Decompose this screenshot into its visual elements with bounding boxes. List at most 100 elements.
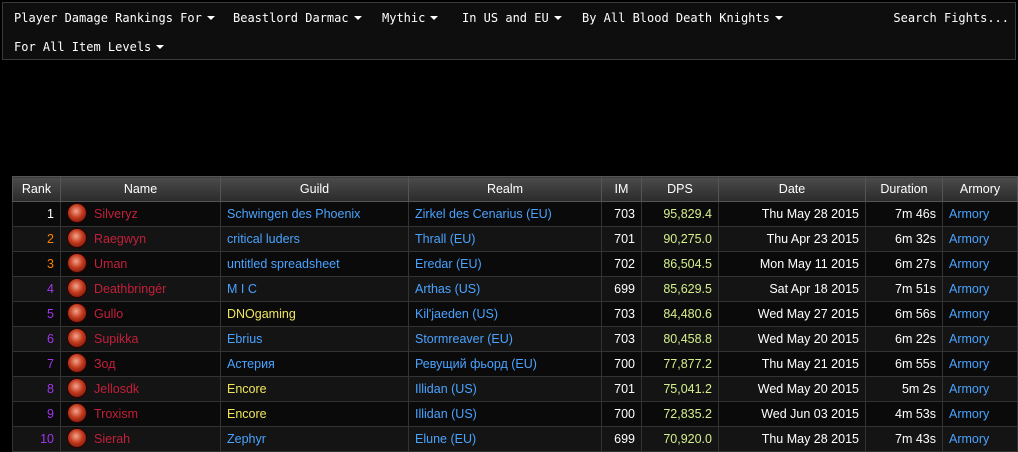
table-row: 1 Silveryz Schwingen des Phoenix Zirkel des… — [12, 201, 1018, 227]
region-dropdown[interactable]: In US and EU — [462, 11, 562, 25]
duration-cell: 6m 27s — [865, 251, 943, 277]
rank-cell: 7 — [12, 351, 61, 377]
dps-cell: 75,041.2 — [641, 376, 719, 402]
table-row: 3 Uman untitled spreadsheet Eredar (EU) 702 8… — [12, 251, 1018, 277]
armory-link[interactable]: Armory — [942, 351, 1018, 377]
header-dps[interactable]: DPS — [641, 176, 719, 202]
rankings-body: 1 Silveryz Schwingen des Phoenix Zirkel des… — [12, 201, 1018, 452]
realm-link[interactable]: Kil'jaeden (US) — [408, 301, 602, 327]
dps-cell: 70,920.0 — [641, 426, 719, 452]
player-name-cell[interactable]: Raegwyn — [60, 226, 221, 252]
guild-link[interactable]: Encore — [220, 376, 409, 402]
header-name[interactable]: Name — [60, 176, 221, 202]
date-cell: Sat Apr 18 2015 — [718, 276, 866, 302]
player-name-link[interactable]: Sierah — [94, 432, 130, 446]
realm-link[interactable]: Thrall (EU) — [408, 226, 602, 252]
dps-cell: 85,629.5 — [641, 276, 719, 302]
realm-link[interactable]: Illidan (US) — [408, 401, 602, 427]
guild-link[interactable]: critical luders — [220, 226, 409, 252]
armory-link[interactable]: Armory — [942, 201, 1018, 227]
guild-link[interactable]: Астерия — [220, 351, 409, 377]
player-name-link[interactable]: Troxism — [94, 407, 138, 421]
rankings-table: Rank Name Guild Realm IM DPS Date Durati… — [12, 176, 1018, 452]
item-level-cell: 701 — [601, 226, 642, 252]
player-name-link[interactable]: Jellosdk — [94, 382, 139, 396]
guild-link[interactable]: Encore — [220, 401, 409, 427]
header-guild[interactable]: Guild — [220, 176, 409, 202]
table-row: 2 Raegwyn critical luders Thrall (EU) 701 90,… — [12, 226, 1018, 252]
player-name-link[interactable]: Silveryz — [94, 207, 138, 221]
boss-dropdown[interactable]: Beastlord Darmac — [233, 11, 362, 25]
difficulty-dropdown[interactable]: Mythic — [382, 11, 439, 25]
search-fights-input[interactable]: Search Fights... — [893, 11, 1009, 25]
guild-link[interactable]: Schwingen des Phoenix — [220, 201, 409, 227]
header-duration[interactable]: Duration — [865, 176, 943, 202]
rank-cell: 4 — [12, 276, 61, 302]
blood-spec-icon — [67, 428, 87, 448]
realm-link[interactable]: Ревущий фьорд (EU) — [408, 351, 602, 377]
chevron-down-icon — [353, 16, 362, 20]
armory-link[interactable]: Armory — [942, 276, 1018, 302]
region-label: In US and EU — [462, 11, 549, 25]
player-name-cell[interactable]: Deathbringér — [60, 276, 221, 302]
armory-link[interactable]: Armory — [942, 426, 1018, 452]
realm-link[interactable]: Elune (EU) — [408, 426, 602, 452]
armory-link[interactable]: Armory — [942, 226, 1018, 252]
player-name-link[interactable]: Raegwyn — [94, 232, 146, 246]
header-armory[interactable]: Armory — [942, 176, 1018, 202]
dps-cell: 95,829.4 — [641, 201, 719, 227]
blood-spec-icon — [67, 228, 87, 248]
player-name-cell[interactable]: Jellosdk — [60, 376, 221, 402]
player-name-cell[interactable]: Troxism — [60, 401, 221, 427]
guild-link[interactable]: Zephyr — [220, 426, 409, 452]
header-im[interactable]: IM — [601, 176, 642, 202]
item-level-cell: 703 — [601, 301, 642, 327]
player-name-link[interactable]: Deathbringér — [94, 282, 166, 296]
header-realm[interactable]: Realm — [408, 176, 602, 202]
rank-cell: 5 — [12, 301, 61, 327]
player-name-cell[interactable]: Silveryz — [60, 201, 221, 227]
item-level-label: For All Item Levels — [14, 40, 152, 54]
chevron-down-icon — [430, 16, 439, 20]
armory-link[interactable]: Armory — [942, 301, 1018, 327]
armory-link[interactable]: Armory — [942, 326, 1018, 352]
player-name-link[interactable]: Supikka — [94, 332, 138, 346]
realm-link[interactable]: Eredar (EU) — [408, 251, 602, 277]
guild-link[interactable]: DNOgaming — [220, 301, 409, 327]
realm-link[interactable]: Stormreaver (EU) — [408, 326, 602, 352]
player-name-cell[interactable]: Gullo — [60, 301, 221, 327]
table-row: 9 Troxism Encore Illidan (US) 700 72,835.2 Wed… — [12, 401, 1018, 427]
header-date[interactable]: Date — [718, 176, 866, 202]
player-name-cell[interactable]: Зод — [60, 351, 221, 377]
player-name-cell[interactable]: Sierah — [60, 426, 221, 452]
guild-link[interactable]: M I C — [220, 276, 409, 302]
player-name-cell[interactable]: Supikka — [60, 326, 221, 352]
armory-link[interactable]: Armory — [942, 401, 1018, 427]
header-rank[interactable]: Rank — [12, 176, 61, 202]
player-name-link[interactable]: Зод — [94, 357, 116, 371]
item-level-cell: 703 — [601, 326, 642, 352]
player-name-link[interactable]: Uman — [94, 257, 127, 271]
realm-link[interactable]: Zirkel des Cenarius (EU) — [408, 201, 602, 227]
duration-cell: 4m 53s — [865, 401, 943, 427]
item-level-cell: 702 — [601, 251, 642, 277]
blood-spec-icon — [67, 203, 87, 223]
player-name-cell[interactable]: Uman — [60, 251, 221, 277]
filter-bar: Player Damage Rankings For Beastlord Dar… — [2, 2, 1016, 60]
chevron-down-icon — [774, 16, 783, 20]
realm-link[interactable]: Arthas (US) — [408, 276, 602, 302]
rank-cell: 2 — [12, 226, 61, 252]
rankings-type-dropdown[interactable]: Player Damage Rankings For — [14, 11, 215, 25]
blood-spec-icon — [67, 353, 87, 373]
player-name-link[interactable]: Gullo — [94, 307, 123, 321]
armory-link[interactable]: Armory — [942, 251, 1018, 277]
item-level-dropdown[interactable]: For All Item Levels — [14, 40, 165, 54]
table-row: 5 Gullo DNOgaming Kil'jaeden (US) 703 84,480.… — [12, 301, 1018, 327]
guild-link[interactable]: untitled spreadsheet — [220, 251, 409, 277]
item-level-cell: 699 — [601, 276, 642, 302]
item-level-cell: 699 — [601, 426, 642, 452]
guild-link[interactable]: Ebrius — [220, 326, 409, 352]
class-spec-dropdown[interactable]: By All Blood Death Knights — [582, 11, 783, 25]
armory-link[interactable]: Armory — [942, 376, 1018, 402]
realm-link[interactable]: Illidan (US) — [408, 376, 602, 402]
